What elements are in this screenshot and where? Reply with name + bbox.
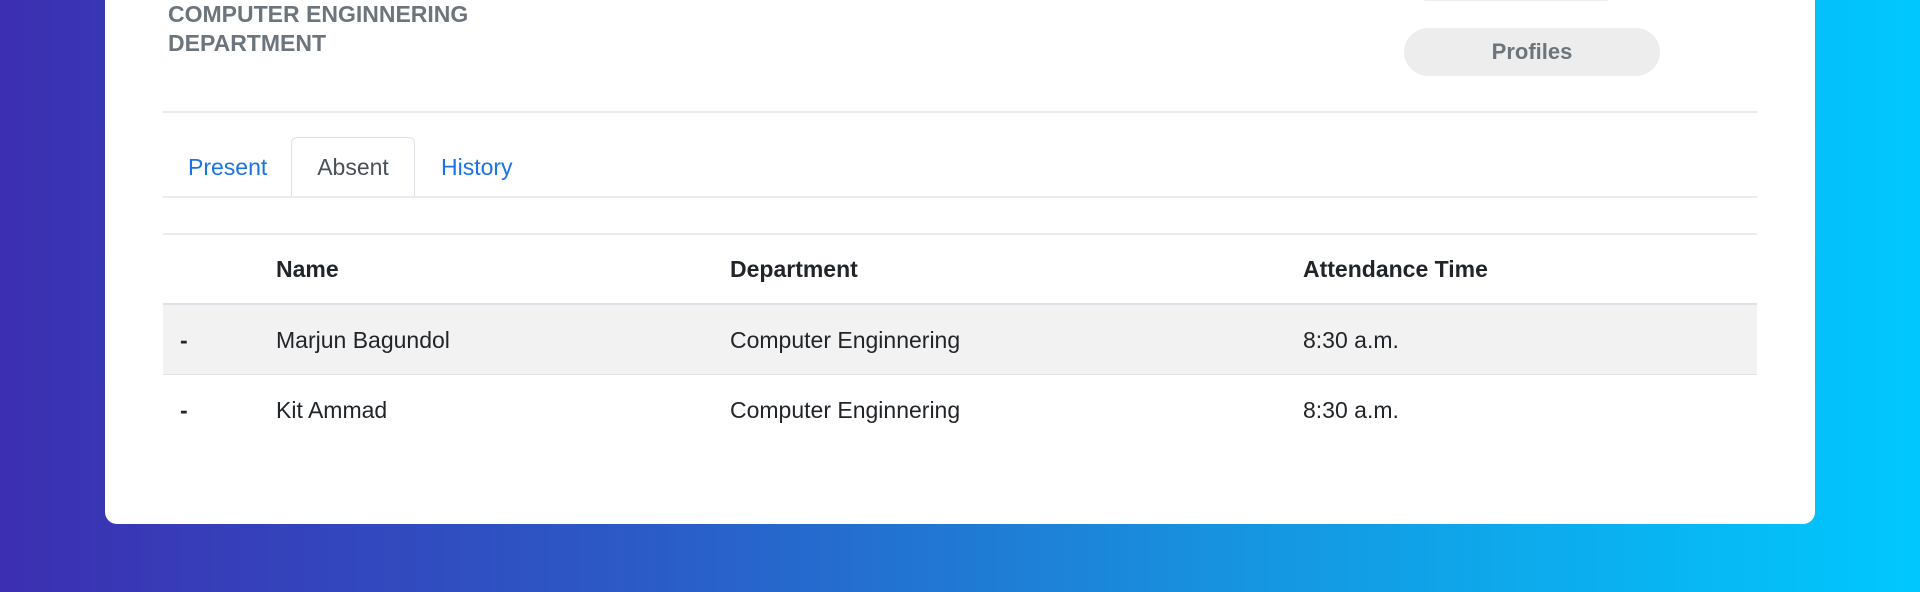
tab-present[interactable]: Present	[163, 137, 292, 197]
row-department: Computer Enginnering	[730, 326, 961, 353]
row-department: Computer Enginnering	[730, 396, 961, 423]
row-name: Kit Ammad	[276, 396, 388, 423]
department-title: COMPUTER ENGINNERING DEPARTMENT	[168, 1, 469, 56]
main-card	[105, 0, 1815, 524]
row-attendance-time: 8:30 a.m.	[1303, 396, 1399, 423]
column-header-name: Name	[276, 256, 339, 282]
partial-top-button[interactable]	[1414, 0, 1618, 1]
header-divider	[163, 111, 1757, 113]
tab-history[interactable]: History	[416, 137, 538, 197]
profiles-button[interactable]: Profiles	[1404, 28, 1660, 76]
row-marker: -	[180, 326, 188, 353]
column-header-attendance-time: Attendance Time	[1303, 256, 1488, 282]
row-marker: -	[180, 396, 188, 423]
table-top-rule	[163, 233, 1757, 235]
row-name: Marjun Bagundol	[276, 326, 450, 353]
tab-absent[interactable]: Absent	[291, 137, 415, 197]
tab-bar-rule	[163, 196, 1757, 198]
row-attendance-time: 8:30 a.m.	[1303, 326, 1399, 353]
table-row: - Marjun Bagundol Computer Enginnering 8…	[163, 305, 1757, 375]
table-row: - Kit Ammad Computer Enginnering 8:30 a.…	[163, 375, 1757, 445]
column-header-department: Department	[730, 256, 858, 282]
